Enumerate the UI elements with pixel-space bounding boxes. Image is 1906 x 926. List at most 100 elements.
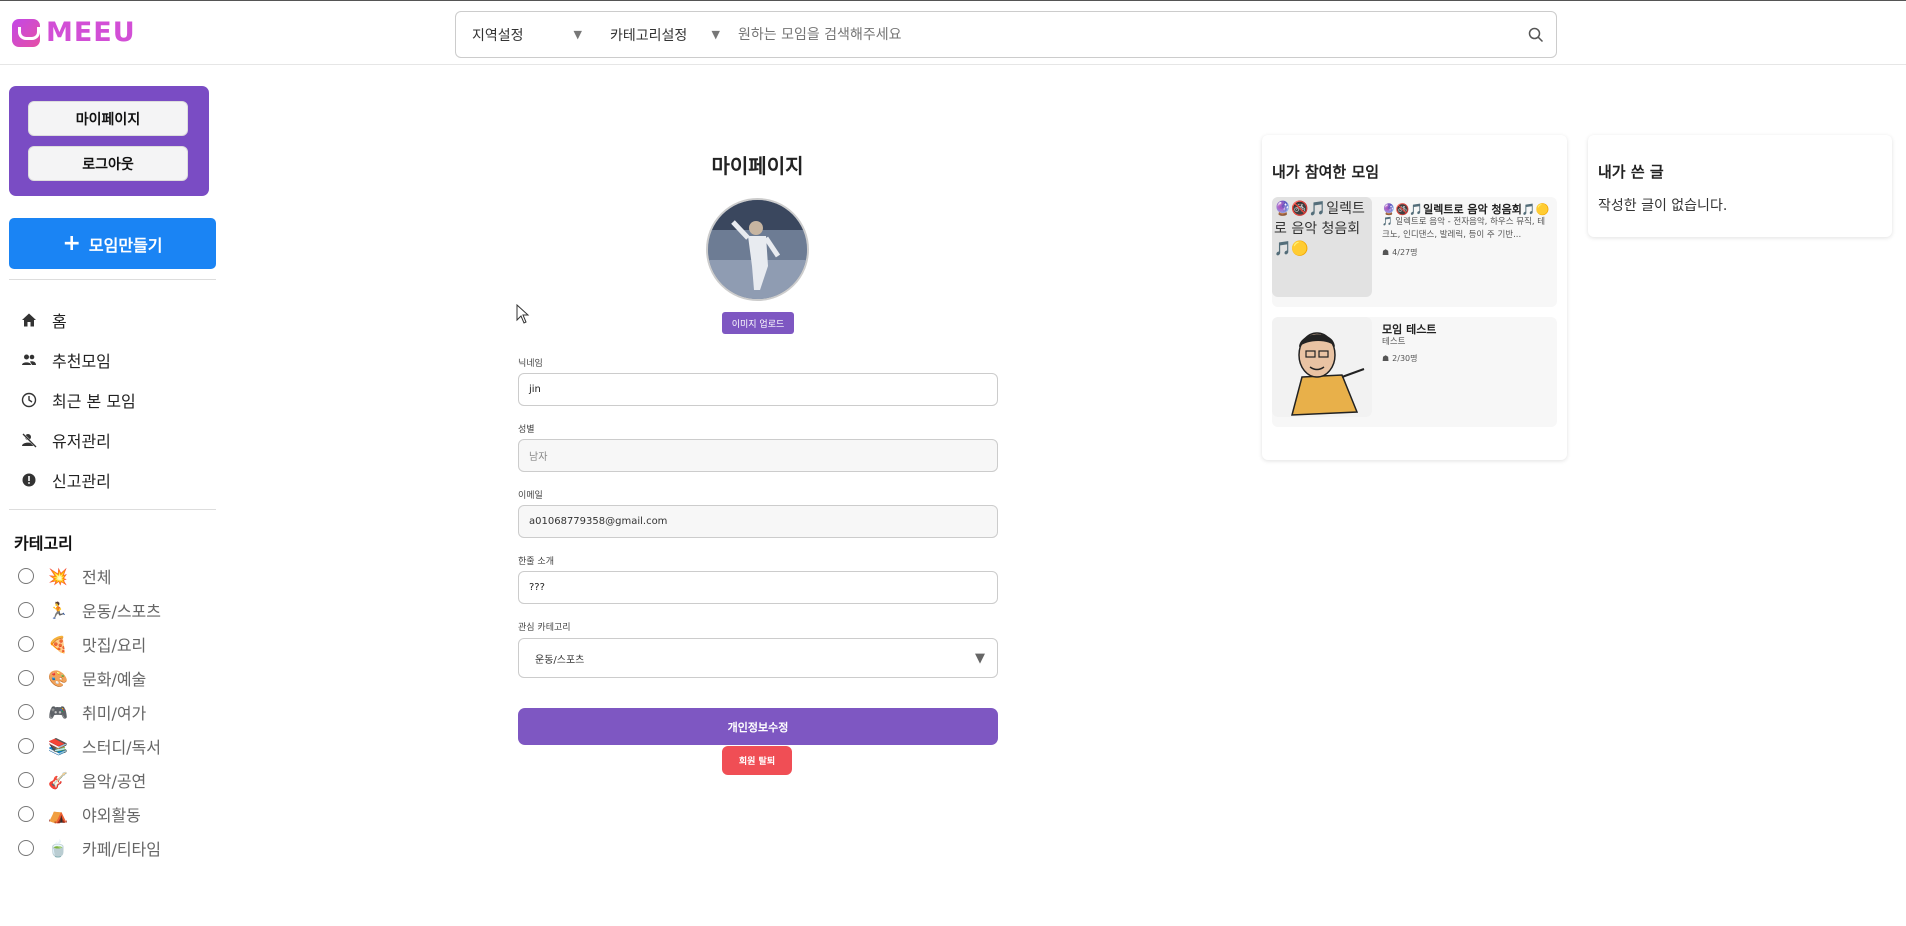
my-posts-panel: 내가 쓴 글 작성한 글이 없습니다. [1588,135,1892,237]
mypage-button[interactable]: 마이페이지 [28,101,188,136]
category-label: 전체 [82,568,112,587]
email-field[interactable]: a01068779358@gmail.com [518,505,998,538]
palette-icon: 🎨 [48,668,68,688]
divider [9,509,216,510]
home-icon [20,311,38,329]
meeting-thumbnail [1272,317,1372,417]
intro-label: 한줄 소개 [518,557,554,567]
radio-button[interactable] [18,772,34,788]
category-item[interactable]: 🎮 취미/여가 [18,700,146,724]
page-title: 마이페이지 [711,154,804,178]
category-label: 야외활동 [82,806,141,825]
category-label: 음악/공연 [82,772,147,791]
runner-icon: 🏃 [48,600,68,620]
category-label: 맛집/요리 [82,636,147,655]
create-meeting-button[interactable]: + 모임만들기 [9,218,216,269]
tea-icon: 🍵 [48,838,68,858]
nav-item-user-management[interactable]: 유저관리 [20,428,111,452]
category-label: 스터디/독서 [82,738,161,757]
nav-label: 추천모임 [52,352,111,371]
create-meeting-label: 모임만들기 [88,235,163,255]
category-title: 카테고리 [14,534,73,553]
meeting-card[interactable]: 모임 테스트 테스트 ☗ 2/30명 [1272,317,1557,427]
gender-label: 성별 [518,425,535,435]
radio-button[interactable] [18,840,34,856]
people-icon [20,351,38,369]
meeting-description: 테스트 [1382,337,1406,347]
email-label: 이메일 [518,491,543,501]
meeting-thumbnail: 🔮🚳🎵일렉트로 음악 청음회🎵🟡 [1272,197,1372,297]
interest-select-value: 운동/스포츠 [535,654,585,666]
category-item[interactable]: 🎸 음악/공연 [18,768,146,792]
clock-icon [20,391,38,409]
nav-label: 신고관리 [52,472,111,491]
category-label: 운동/스포츠 [82,602,161,621]
gender-field[interactable]: 남자 [518,439,998,472]
region-select[interactable]: 지역설정 ▼ [456,12,594,57]
tent-icon: ⛺ [48,804,68,824]
person-icon: ☗ [1382,248,1390,257]
radio-button[interactable] [18,738,34,754]
member-count: ☗ 4/27명 [1382,247,1418,258]
meeting-card[interactable]: 🔮🚳🎵일렉트로 음악 청음회🎵🟡 🔮🚳🎵일렉트로 음악 청음회🎵🟡 🎵 일렉트로… [1272,197,1557,307]
interest-select[interactable]: 운동/스포츠 ▼ [518,638,998,678]
category-label: 취미/여가 [82,704,147,723]
logo[interactable]: MEEU [12,17,136,48]
radio-button[interactable] [18,670,34,686]
search-icon[interactable] [1516,12,1556,57]
radio-button[interactable] [18,704,34,720]
nav-item-recommended[interactable]: 추천모임 [20,348,111,372]
category-label: 카페/티타임 [82,840,161,859]
radio-button[interactable] [18,602,34,618]
category-select[interactable]: 카테고리설정 ▼ [594,12,732,57]
joined-meetings-panel: 내가 참여한 모임 🔮🚳🎵일렉트로 음악 청음회🎵🟡 🔮🚳🎵일렉트로 음악 청음… [1262,135,1567,460]
nickname-label: 닉네임 [518,359,543,369]
empty-posts-message: 작성한 글이 없습니다. [1598,198,1728,214]
my-posts-title: 내가 쓴 글 [1598,163,1664,181]
nav-label: 홈 [52,312,67,331]
nav-item-report-management[interactable]: 신고관리 [20,468,111,492]
category-item[interactable]: 🍕 맛집/요리 [18,632,146,656]
logo-text: MEEU [46,17,136,48]
radio-button[interactable] [18,806,34,822]
logout-button[interactable]: 로그아웃 [28,146,188,181]
thumbnail-alt-text: 🔮🚳🎵일렉트로 음악 청음회🎵🟡 [1274,201,1365,257]
mouse-cursor-icon [516,304,530,324]
joined-meetings-title: 내가 참여한 모임 [1272,163,1380,181]
user-box: 마이페이지 로그아웃 [9,86,209,196]
category-item[interactable]: 💥 전체 [18,564,111,588]
divider [9,279,216,280]
member-count-text: 4/27명 [1392,248,1418,257]
radio-button[interactable] [18,568,34,584]
pizza-icon: 🍕 [48,634,68,654]
nickname-field[interactable]: jin [518,373,998,406]
top-header: MEEU 지역설정 ▼ 카테고리설정 ▼ [0,0,1906,65]
logo-icon [12,18,40,47]
guitar-icon: 🎸 [48,770,68,790]
category-item[interactable]: 🎨 문화/예술 [18,666,146,690]
image-upload-button[interactable]: 이미지 업로드 [722,312,794,334]
intro-field[interactable]: ??? [518,571,998,604]
category-item[interactable]: ⛺ 야외활동 [18,802,141,826]
nav-item-recent[interactable]: 최근 본 모임 [20,388,136,412]
region-select-label: 지역설정 [472,27,524,44]
meeting-title: 모임 테스트 [1382,323,1437,336]
user-off-icon [20,431,38,449]
category-item[interactable]: 🏃 운동/스포츠 [18,598,161,622]
category-select-label: 카테고리설정 [610,27,688,44]
withdraw-button[interactable]: 회원 탈퇴 [722,746,792,775]
category-item[interactable]: 🍵 카페/티타임 [18,836,161,860]
interest-label: 관심 카테고리 [518,623,571,633]
gamepad-icon: 🎮 [48,702,68,722]
chevron-down-icon: ▼ [573,28,582,41]
plus-icon: + [62,230,81,256]
meeting-title: 🔮🚳🎵일렉트로 음악 청음회🎵🟡 [1382,203,1550,216]
person-icon: ☗ [1382,354,1390,363]
books-icon: 📚 [48,736,68,756]
nav-item-home[interactable]: 홈 [20,308,67,332]
chevron-down-icon: ▼ [711,28,720,41]
category-item[interactable]: 📚 스터디/독서 [18,734,161,758]
radio-button[interactable] [18,636,34,652]
update-profile-button[interactable]: 개인정보수정 [518,708,998,745]
search-input[interactable] [732,26,1516,43]
